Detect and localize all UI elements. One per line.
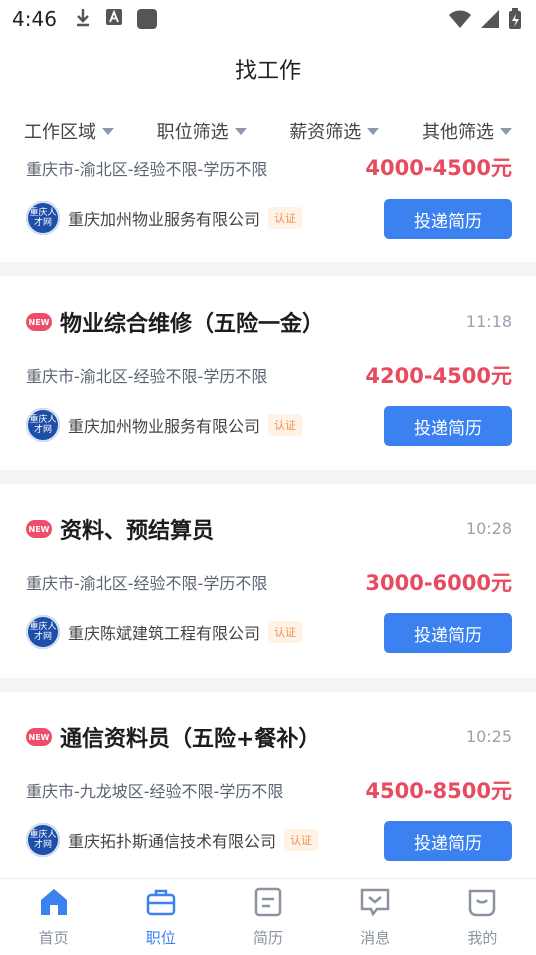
tab-label: 职位 (145, 928, 176, 947)
filter-label: 其他筛选 (421, 122, 494, 143)
company-row: 重庆人才网 重庆拓扑斯通信技术有限公司 认证 (26, 823, 319, 857)
apply-button[interactable]: 投递简历 (384, 613, 512, 653)
tab-jobs[interactable]: 职位 (121, 887, 201, 948)
tab-label: 消息 (360, 928, 391, 947)
filter-label: 工作区域 (24, 122, 96, 143)
job-meta: 重庆市-九龙坡区-经验不限-学历不限 (26, 782, 284, 801)
battery-icon (508, 8, 522, 34)
job-meta: 重庆市-渝北区-经验不限-学历不限 (26, 574, 268, 593)
download-icon (75, 7, 91, 32)
tab-profile[interactable]: 我的 (442, 887, 522, 948)
tab-messages[interactable]: 消息 (335, 887, 415, 948)
job-title-row: NEW 资料、预结算员 (26, 513, 214, 545)
job-salary: 4500-8500元 (365, 779, 512, 803)
company-logo: 重庆人才网 (26, 201, 60, 235)
cert-badge: 认证 (268, 621, 303, 643)
caret-down-icon (234, 127, 247, 135)
caret-down-icon (102, 127, 114, 135)
bottom-tab-bar: 首页 职位 简历 消息 我的 (0, 878, 536, 955)
job-title-row: NEW 物业综合维修（五险一金） (26, 306, 324, 338)
filter-area[interactable]: 工作区域 (24, 118, 114, 144)
filter-position[interactable]: 职位筛选 (157, 118, 247, 144)
job-title: 资料、预结算员 (60, 519, 215, 544)
job-time: 10:28 (465, 519, 512, 538)
signal-icon (480, 9, 500, 33)
status-bar: 4:46 (0, 0, 536, 38)
briefcase-icon (145, 887, 177, 921)
company-row: 重庆人才网 重庆加州物业服务有限公司 认证 (26, 408, 303, 442)
company-name: 重庆加州物业服务有限公司 (68, 210, 261, 229)
app-square-icon (136, 9, 157, 29)
job-meta: 重庆市-渝北区-经验不限-学历不限 (26, 160, 268, 179)
new-badge: NEW (26, 728, 52, 746)
cert-badge: 认证 (268, 414, 303, 436)
job-meta: 重庆市-渝北区-经验不限-学历不限 (26, 367, 268, 386)
apply-button[interactable]: 投递简历 (384, 406, 512, 446)
job-time: 11:18 (465, 312, 512, 331)
cert-badge: 认证 (284, 829, 319, 851)
new-badge: NEW (26, 520, 52, 538)
caret-down-icon (367, 127, 380, 135)
tab-label: 简历 (252, 928, 283, 947)
tab-label: 首页 (38, 928, 69, 947)
job-card[interactable]: NEW 物业综合维修（五险一金） 11:18 重庆市-渝北区-经验不限-学历不限… (0, 276, 536, 470)
status-time: 4:46 (12, 7, 57, 31)
app-a-icon (105, 8, 123, 31)
job-card[interactable]: NEW 通信资料员（五险+餐补） 10:25 重庆市-九龙坡区-经验不限-学历不… (0, 692, 536, 878)
message-icon (359, 887, 391, 921)
resume-icon (252, 887, 284, 921)
tab-resume[interactable]: 简历 (228, 887, 308, 948)
job-salary: 3000-6000元 (365, 571, 512, 595)
profile-icon (466, 887, 498, 921)
cert-badge: 认证 (268, 207, 303, 229)
company-logo: 重庆人才网 (26, 408, 60, 442)
wifi-icon (448, 9, 472, 33)
job-title: 通信资料员（五险+餐补） (60, 727, 321, 752)
filter-other[interactable]: 其他筛选 (422, 118, 512, 144)
company-name: 重庆拓扑斯通信技术有限公司 (68, 832, 277, 851)
job-card[interactable]: 重庆市-渝北区-经验不限-学历不限 4000-4500元 重庆人才网 重庆加州物… (0, 156, 536, 262)
page-title: 找工作 (234, 59, 301, 84)
filter-label: 薪资筛选 (289, 122, 362, 143)
filter-salary[interactable]: 薪资筛选 (289, 118, 380, 144)
company-logo: 重庆人才网 (26, 615, 60, 649)
job-title: 物业综合维修（五险一金） (60, 312, 325, 337)
company-name: 重庆陈斌建筑工程有限公司 (68, 624, 261, 643)
filter-label: 职位筛选 (156, 122, 229, 143)
job-card[interactable]: NEW 资料、预结算员 10:28 重庆市-渝北区-经验不限-学历不限 3000… (0, 484, 536, 678)
job-salary: 4200-4500元 (365, 364, 512, 388)
tab-home[interactable]: 首页 (14, 887, 94, 948)
job-time: 10:25 (465, 727, 512, 746)
apply-button[interactable]: 投递简历 (384, 821, 512, 861)
company-logo: 重庆人才网 (26, 823, 60, 857)
page-header: 找工作 (0, 38, 536, 100)
home-icon (38, 887, 70, 921)
apply-button[interactable]: 投递简历 (384, 199, 512, 239)
company-row: 重庆人才网 重庆陈斌建筑工程有限公司 认证 (26, 615, 303, 649)
job-title-row: NEW 通信资料员（五险+餐补） (26, 721, 320, 753)
new-badge: NEW (26, 313, 52, 331)
company-row: 重庆人才网 重庆加州物业服务有限公司 认证 (26, 201, 303, 235)
tab-label: 我的 (467, 928, 498, 947)
caret-down-icon (499, 127, 512, 135)
company-name: 重庆加州物业服务有限公司 (68, 417, 261, 436)
job-salary: 4000-4500元 (365, 156, 512, 180)
